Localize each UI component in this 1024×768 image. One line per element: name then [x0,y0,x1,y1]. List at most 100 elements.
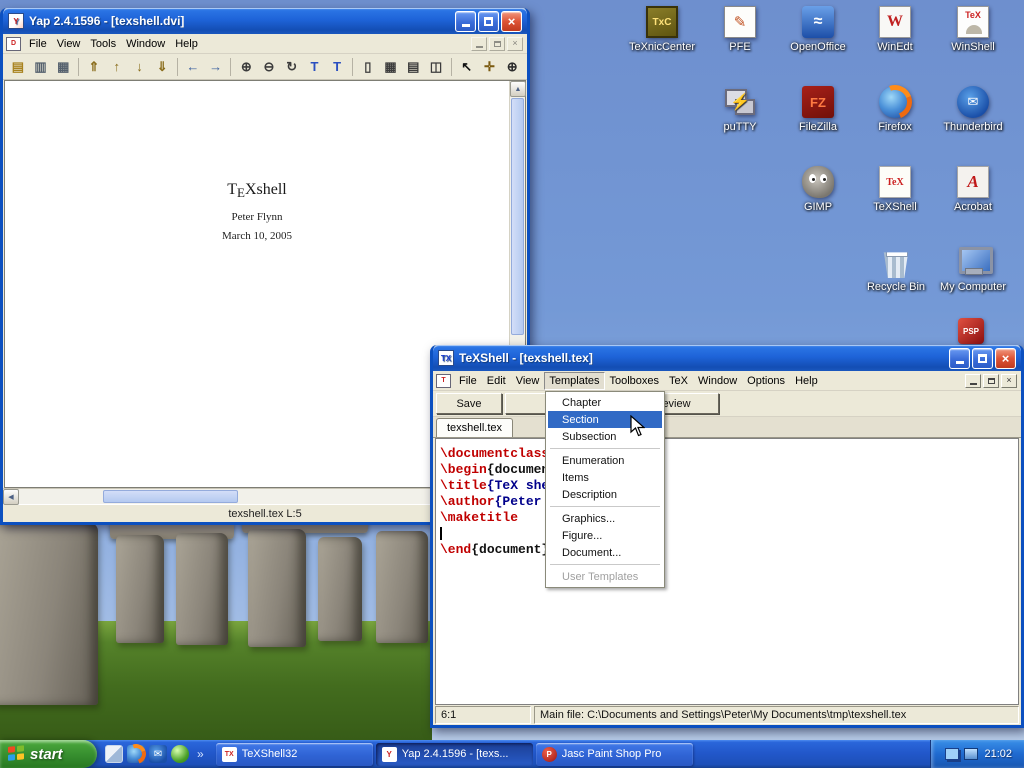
texshell-menu-view[interactable]: View [511,372,545,390]
desktop-icon-openoffice[interactable]: ≈OpenOffice [780,6,856,53]
network-tray-icon[interactable] [945,748,959,760]
child-restore-button[interactable] [983,374,999,388]
texshell-menu-options[interactable]: Options [742,372,790,390]
desktop-icon-winedt[interactable]: WWinEdt [857,6,933,53]
texshell-menu-edit[interactable]: Edit [482,372,511,390]
ruler-tool-button[interactable]: T [304,56,326,78]
first-page-button[interactable]: ⇑ [83,56,105,78]
desktop-icon-texniccenter[interactable]: TxCTeXnicCenter [624,6,700,53]
minimize-icon [970,383,977,385]
stone [376,531,428,643]
maximize-button[interactable] [478,11,499,32]
desktop-icon-gimp[interactable]: GIMP [780,166,856,213]
child-restore-button[interactable] [489,37,505,51]
minimize-button[interactable] [455,11,476,32]
open-button[interactable]: ▤ [7,56,29,78]
desktop-icon-acrobat[interactable]: AAcrobat [935,166,1011,213]
editor-area[interactable]: \documentclass{\begin{document\title{TeX… [435,438,1019,705]
desktop-icon-pfe[interactable]: ✎PFE [702,6,778,53]
quick-launch-overflow-chevron[interactable]: » [193,747,208,761]
templates-menu-item-figure[interactable]: Figure... [548,527,662,544]
desktop-icon-my-computer[interactable]: My Computer [935,246,1011,293]
yap-menu-view[interactable]: View [52,35,86,53]
texshell-menu-file[interactable]: File [454,372,482,390]
child-close-button[interactable]: × [507,37,523,51]
texshell-menu-templates[interactable]: Templates [544,372,604,390]
page-continuous-button[interactable]: ▤ [402,56,424,78]
desktop-icon-putty[interactable]: ⚡puTTY [702,86,778,133]
desktop-icon-label: Recycle Bin [867,281,925,293]
text-tool-button[interactable]: T [326,56,348,78]
yap-menu-help[interactable]: Help [170,35,203,53]
print-setup-button[interactable]: ▦ [52,56,74,78]
maximize-button[interactable] [972,348,993,369]
select-tool-button[interactable]: ↖ [456,56,478,78]
tab-texshell-tex[interactable]: texshell.tex [436,418,513,437]
forward-button[interactable]: → [205,56,227,78]
templates-menu-item-chapter[interactable]: Chapter [548,394,662,411]
zoom-in-button[interactable]: ⊕ [235,56,257,78]
desktop-icon-psp[interactable]: PSP [933,318,1009,344]
code-line: \author{Peter Fly [440,494,1018,510]
putty-icon: ⚡ [724,86,756,118]
texshell-menu-help[interactable]: Help [790,372,823,390]
prev-page-button[interactable]: ↑ [106,56,128,78]
close-button[interactable]: × [995,348,1016,369]
horizontal-scrollbar-thumb[interactable] [103,490,238,503]
next-page-button[interactable]: ↓ [129,56,151,78]
thunderbird-icon[interactable]: ✉ [149,745,167,763]
firefox-icon[interactable] [127,745,145,763]
magnifier-button[interactable]: ⊕ [501,56,523,78]
task-button-yap[interactable]: YYap 2.4.1596 - [texs... [376,743,533,766]
show-desktop-icon[interactable] [105,745,123,763]
desktop-icon-thunderbird[interactable]: ✉Thunderbird [935,86,1011,133]
display-tray-icon[interactable] [964,748,978,760]
print-button[interactable]: ▥ [30,56,52,78]
zoom-out-button[interactable]: ⊖ [258,56,280,78]
yap-menu-tools[interactable]: Tools [85,35,121,53]
desktop-icon-filezilla[interactable]: FZFileZilla [780,86,856,133]
texshell-titlebar[interactable]: TX TeXShell - [texshell.tex] × [433,345,1021,371]
minimize-button[interactable] [949,348,970,369]
page-single-button[interactable]: ▯ [357,56,379,78]
yap-titlebar[interactable]: Y Yap 2.4.1596 - [texshell.dvi] × [3,8,527,34]
desktop[interactable]: TxCTeXnicCenter✎PFE≈OpenOfficeWWinEdtTeX… [0,0,1024,768]
templates-menu-item-document[interactable]: Document... [548,544,662,561]
refresh-button[interactable]: ↻ [281,56,303,78]
desktop-icon-recycle-bin[interactable]: Recycle Bin [858,246,934,293]
texshell-menu-tex[interactable]: TeX [664,372,693,390]
last-page-button[interactable]: ⇓ [151,56,173,78]
task-button-psp[interactable]: PJasc Paint Shop Pro [536,743,693,766]
texshell-window: TX TeXShell - [texshell.tex] × T FileEdi… [430,345,1024,728]
back-button[interactable]: ← [182,56,204,78]
templates-menu-item-user-templates[interactable]: User Templates [548,568,662,585]
page-facing-button[interactable]: ◫ [425,56,447,78]
templates-menu-item-description[interactable]: Description [548,486,662,503]
page-multi-button[interactable]: ▦ [380,56,402,78]
stonehenge-wallpaper [0,495,432,740]
yap-menu-file[interactable]: File [24,35,52,53]
texshell-menu-window[interactable]: Window [693,372,742,390]
scroll-up-button[interactable]: ▲ [510,81,526,97]
start-button[interactable]: start [0,740,97,768]
media-player-icon[interactable] [171,745,189,763]
templates-menu-item-items[interactable]: Items [548,469,662,486]
child-minimize-button[interactable] [965,374,981,388]
task-button-texshell[interactable]: TXTeXShell32 [216,743,373,766]
desktop-icon-texshell[interactable]: TeXTeXShell [857,166,933,213]
scroll-left-button[interactable]: ◀ [3,489,19,505]
child-minimize-button[interactable] [471,37,487,51]
gimp-icon [802,166,834,198]
yap-menu-window[interactable]: Window [121,35,170,53]
templates-menu-item-enumeration[interactable]: Enumeration [548,452,662,469]
texshell-menu-toolboxes[interactable]: Toolboxes [605,372,665,390]
hand-tool-button[interactable]: ✛ [479,56,501,78]
stone [0,523,98,705]
save-button[interactable]: Save [436,393,502,414]
child-close-button[interactable]: × [1001,374,1017,388]
vertical-scrollbar-thumb[interactable] [511,98,524,335]
templates-menu-item-graphics[interactable]: Graphics... [548,510,662,527]
desktop-icon-firefox[interactable]: Firefox [857,86,933,133]
desktop-icon-winshell[interactable]: TeXWinShell [935,6,1011,53]
close-button[interactable]: × [501,11,522,32]
